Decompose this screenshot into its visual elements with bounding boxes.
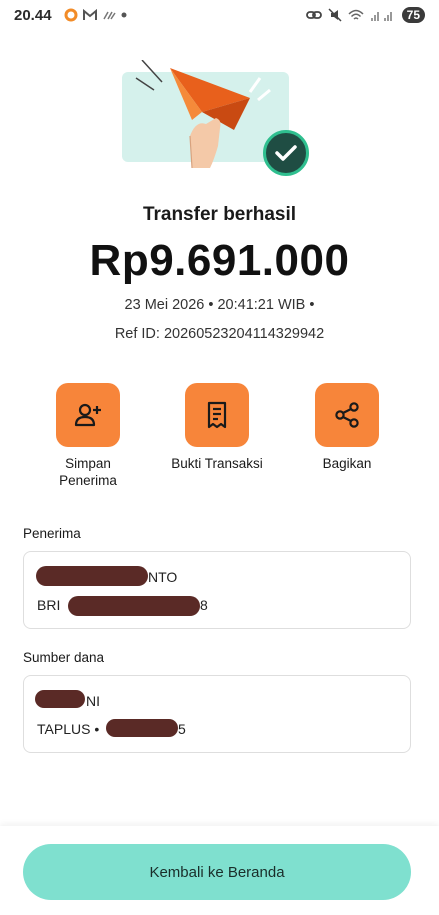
redacted-source-account <box>106 719 178 737</box>
notification-icons <box>64 8 127 22</box>
dot-icon <box>121 12 127 18</box>
status-bar: 20.44 75 <box>0 0 439 34</box>
save-recipient-action[interactable]: Simpan Penerima <box>23 383 153 490</box>
wifi-icon <box>348 9 364 20</box>
source-account: 5 <box>178 721 186 737</box>
save-recipient-button[interactable] <box>56 383 120 447</box>
status-time: 20.44 <box>14 7 52 24</box>
link-icon <box>305 11 322 19</box>
source-account-type: TAPLUS • <box>37 721 100 737</box>
receipt-action[interactable]: Bukti Transaksi <box>152 383 282 473</box>
mute-icon <box>328 8 342 22</box>
gmail-icon <box>83 9 97 20</box>
success-illustration <box>122 60 312 176</box>
recipient-account: 8 <box>200 597 208 613</box>
receipt-icon <box>207 401 227 429</box>
share-label: Bagikan <box>322 456 372 471</box>
signal-icon <box>370 11 392 21</box>
share-icon <box>335 402 359 428</box>
receipt-label: Bukti Transaksi <box>171 456 263 471</box>
ojol-icon <box>64 8 78 22</box>
redacted-recipient-account <box>68 596 200 616</box>
recipient-bank: BRI <box>37 597 61 613</box>
battery-indicator: 75 <box>401 7 425 23</box>
bottom-bar: Kembali ke Beranda <box>0 826 439 915</box>
redacted-recipient-name <box>36 566 148 586</box>
success-check-icon <box>263 130 309 176</box>
transaction-datetime: 23 Mei 2026 • 20:41:21 WIB • <box>124 297 315 313</box>
recipient-section-label: Penerima <box>23 526 81 541</box>
page-title: Transfer berhasil <box>142 204 297 225</box>
system-icons: 75 <box>305 7 425 23</box>
source-card: NI TAPLUS • 5 <box>23 675 411 753</box>
source-name: NI <box>86 693 100 709</box>
recipient-name: NTO <box>148 569 178 585</box>
redacted-source-name <box>35 690 85 708</box>
share-button[interactable] <box>315 383 379 447</box>
receipt-button[interactable] <box>185 383 249 447</box>
recipient-card: NTO BRI 8 <box>23 551 411 629</box>
save-recipient-label: Simpan Penerima <box>59 456 117 488</box>
reference-id: Ref ID: 20260523204114329942 <box>114 326 325 342</box>
share-action[interactable]: Bagikan <box>282 383 412 473</box>
wifi-call-icon <box>103 11 116 20</box>
source-section-label: Sumber dana <box>23 650 105 665</box>
transfer-amount: Rp9.691.000 <box>89 236 350 285</box>
back-to-home-button[interactable]: Kembali ke Beranda <box>23 844 411 900</box>
add-user-icon <box>74 403 101 427</box>
